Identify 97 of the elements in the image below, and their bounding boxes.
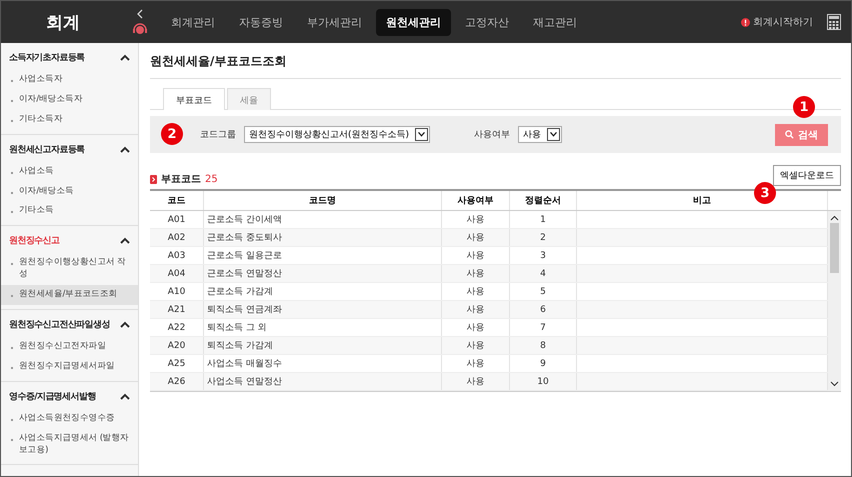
- collapse-icon[interactable]: [136, 9, 144, 19]
- table-cell: 사용: [442, 337, 510, 354]
- caret-icon[interactable]: [120, 321, 130, 328]
- table-cell: 사용: [442, 265, 510, 282]
- scrollbar[interactable]: [828, 211, 841, 391]
- table-cell: A26: [150, 373, 204, 390]
- app-title: 회계: [45, 12, 81, 34]
- table-cell: 퇴직소득 가감계: [204, 337, 442, 354]
- sidebar-item[interactable]: 사업소득원천징수영수증: [1, 408, 138, 429]
- search-icon: [785, 130, 794, 139]
- table-cell: 근로소득 가감계: [204, 283, 442, 300]
- table-cell: 사용: [442, 229, 510, 246]
- table-cell: 2: [510, 229, 577, 246]
- tab[interactable]: 부표코드: [163, 88, 225, 110]
- table-cell: A20: [150, 337, 204, 354]
- nav-tab[interactable]: 자동증빙: [229, 8, 293, 36]
- sidebar-group-title[interactable]: 원천징수신고: [9, 234, 60, 248]
- result-count: 25: [205, 174, 218, 184]
- sidebar-item[interactable]: 기타소득자: [1, 110, 138, 130]
- table-cell: 사용: [442, 355, 510, 372]
- start-link[interactable]: 회계시작하기: [753, 15, 813, 29]
- dropdown-caret-icon[interactable]: [547, 128, 560, 141]
- sidebar-item[interactable]: 이자/배당소득자: [1, 90, 138, 110]
- page-title: 원천세세율/부표코드조회: [150, 43, 841, 79]
- table-cell: A22: [150, 319, 204, 336]
- sidebar-group-title[interactable]: 원천징수신고전산파일생성: [9, 318, 110, 332]
- table-cell: 사업소득 매월징수: [204, 355, 442, 372]
- callout-badge: 3: [754, 182, 776, 204]
- select-field[interactable]: 원천징수이행상황신고서(원천징수소득): [244, 126, 430, 143]
- table-cell: 사용: [442, 283, 510, 300]
- column-header: 코드명: [204, 191, 442, 210]
- dropdown-caret-icon[interactable]: [415, 128, 428, 141]
- nav-tab[interactable]: 재고관리: [523, 8, 587, 36]
- table-cell: A01: [150, 211, 204, 228]
- headset-help-icon[interactable]: [132, 21, 148, 35]
- nav-tab[interactable]: 회계관리: [161, 8, 225, 36]
- table-cell: A10: [150, 283, 204, 300]
- table-cell: 6: [510, 301, 577, 318]
- table-cell: 근로소득 간이세액: [204, 211, 442, 228]
- sidebar-item[interactable]: 사업소득: [1, 162, 138, 182]
- sidebar-item[interactable]: 원천징수신고전자파일: [1, 337, 138, 357]
- table-cell: 사용: [442, 319, 510, 336]
- sidebar-item[interactable]: 기타소득: [1, 201, 138, 222]
- excel-download-button[interactable]: 엑셀다운로드: [773, 165, 841, 186]
- caret-icon[interactable]: [120, 237, 130, 244]
- table-cell: 퇴직소득 연금계좌: [204, 301, 442, 318]
- caret-icon[interactable]: [120, 392, 130, 400]
- table-cell: 근로소득 일용근로: [204, 247, 442, 264]
- column-header: 코드: [150, 191, 204, 210]
- sidebar-item[interactable]: 이자/배당소득: [1, 182, 138, 202]
- sidebar-group-title[interactable]: 영수증/지급명세서발행: [9, 390, 96, 403]
- table-cell: 3: [510, 247, 577, 264]
- nav-tab[interactable]: 원천세관리: [376, 8, 451, 36]
- table-cell: A04: [150, 265, 204, 282]
- filter-label: 사용여부: [474, 129, 510, 141]
- caret-icon[interactable]: [120, 146, 130, 153]
- table-cell: A02: [150, 229, 204, 246]
- table-cell: A21: [150, 301, 204, 318]
- scroll-up-icon[interactable]: [830, 215, 839, 221]
- select-field[interactable]: 사용: [518, 126, 562, 143]
- table-cell: 근로소득 연말정산: [204, 265, 442, 282]
- nav-tab[interactable]: 부가세관리: [297, 8, 372, 36]
- table-cell: A25: [150, 355, 204, 372]
- table-cell: 4: [510, 265, 577, 282]
- table-cell: 사용: [442, 211, 510, 228]
- table-cell: 사용: [442, 247, 510, 264]
- caret-icon[interactable]: [120, 54, 130, 61]
- scroll-down-icon[interactable]: [830, 381, 839, 387]
- sidebar-group-title[interactable]: 원천세신고자료등록: [9, 142, 85, 156]
- info-icon: [741, 18, 750, 26]
- filter-label: 코드그룹: [200, 129, 236, 141]
- table-cell: 10: [510, 373, 577, 390]
- scroll-thumb[interactable]: [830, 223, 839, 273]
- table-cell: A03: [150, 247, 204, 264]
- sidebar-group-title[interactable]: 소득자기초자료등록: [9, 51, 85, 64]
- nav-tab[interactable]: 고정자산: [455, 8, 519, 36]
- table-cell: 7: [510, 319, 577, 336]
- callout-badge: 1: [793, 96, 815, 118]
- table-cell: 근로소득 중도퇴사: [204, 229, 442, 246]
- table-cell: 5: [510, 283, 577, 300]
- sidebar-item[interactable]: 사업소득자: [1, 70, 138, 90]
- bullet-icon: [150, 174, 157, 184]
- column-header: 사용여부: [442, 191, 510, 210]
- calculator-icon[interactable]: [827, 14, 841, 30]
- table-cell: 1: [510, 211, 577, 228]
- table-cell: 사업소득 연말정산: [204, 373, 442, 390]
- table-cell: 사용: [442, 301, 510, 318]
- table-cell: 퇴직소득 그 외: [204, 319, 442, 336]
- sidebar-item[interactable]: 사업소득지급명세서 (발행자보고용): [1, 428, 138, 460]
- table-cell: 9: [510, 355, 577, 372]
- table-cell: 8: [510, 337, 577, 354]
- sidebar-item[interactable]: 원천징수지급명세서파일: [1, 356, 138, 377]
- sidebar-item[interactable]: 원천징수이행상황신고서 작성: [1, 253, 138, 286]
- table-cell: 사용: [442, 373, 510, 390]
- result-title: 부표코드: [161, 173, 201, 186]
- column-header: 정렬순서: [510, 191, 577, 210]
- sidebar-item[interactable]: 원천세세율/부표코드조회: [1, 285, 138, 306]
